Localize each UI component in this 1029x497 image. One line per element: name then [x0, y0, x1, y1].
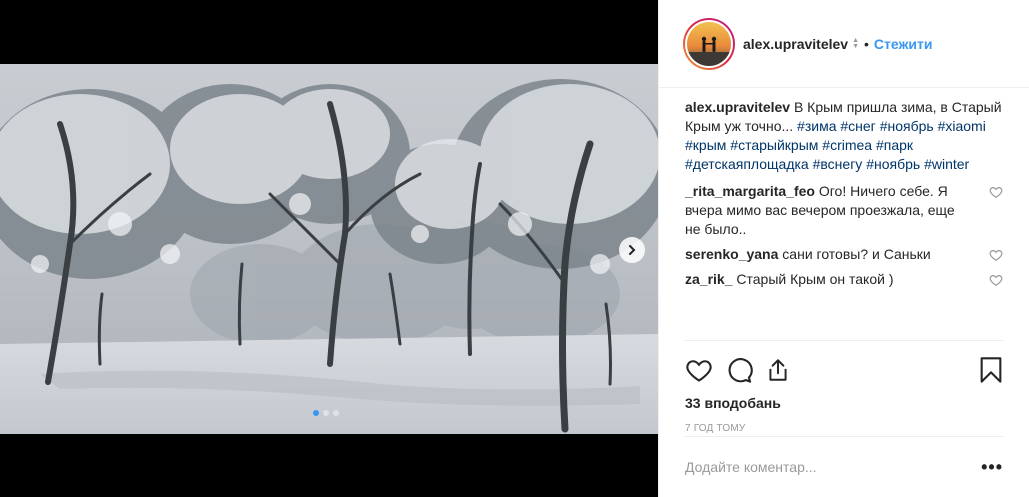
post-actions-section: 33 вподобань 7 год тому [685, 340, 1003, 434]
comments-list: alex.upravitelev В Крым пришла зима, в С… [685, 98, 1003, 295]
heart-icon[interactable] [989, 185, 1003, 199]
hashtag[interactable]: #crimea [822, 137, 872, 153]
comment-button[interactable] [725, 350, 765, 390]
add-comment-section: ••• [685, 436, 1003, 497]
post-details-panel: alex.upravitelev ▲ ▼ • Стежити alex.uprav… [658, 0, 1029, 497]
comment-username[interactable]: _rita_margarita_feo [685, 183, 815, 199]
heart-icon[interactable] [989, 248, 1003, 262]
heart-icon [686, 360, 712, 382]
comment-text: сани готовы? и Саньки [782, 246, 931, 262]
post-header: alex.upravitelev ▲ ▼ • Стежити [659, 0, 1029, 88]
comment-username[interactable]: za_rik_ [685, 271, 732, 287]
hashtag[interactable]: #парк [876, 137, 913, 153]
like-button[interactable] [685, 350, 725, 390]
post-photo[interactable] [0, 64, 658, 434]
hashtag[interactable]: #старыйкрым [730, 137, 818, 153]
post-caption: alex.upravitelev В Крым пришла зима, в С… [685, 98, 1003, 174]
hashtag[interactable]: #крым [685, 137, 726, 153]
more-options-button[interactable]: ••• [981, 457, 1003, 478]
avatar[interactable] [683, 17, 735, 70]
post-timestamp[interactable]: 7 год тому [685, 423, 1003, 434]
action-bar [685, 347, 1003, 393]
caption-username[interactable]: alex.upravitelev [685, 99, 790, 115]
follow-button[interactable]: Стежити [874, 36, 933, 52]
comment-icon [728, 358, 753, 383]
hashtag[interactable]: #xiaomi [938, 118, 986, 134]
media-area [0, 0, 658, 497]
post-author-username[interactable]: alex.upravitelev [743, 36, 848, 52]
comment-item: serenko_yana сани готовы? и Саньки [685, 245, 1003, 264]
carousel-dot [333, 410, 339, 416]
carousel-dot [323, 410, 329, 416]
hashtag[interactable]: #детскаяплощадка [685, 156, 809, 172]
carousel-next-button[interactable] [619, 237, 645, 263]
hashtag[interactable]: #ноябрь [880, 118, 934, 134]
hashtag[interactable]: #вснегу [813, 156, 863, 172]
carousel-indicator [313, 410, 339, 416]
share-icon [769, 359, 787, 381]
hashtag[interactable]: #winter [924, 156, 969, 172]
carousel-dot [313, 410, 319, 416]
separator-dot: • [864, 35, 869, 52]
hashtag[interactable]: #ноябрь [866, 156, 920, 172]
hashtag[interactable]: #снег [840, 118, 875, 134]
avatar-image [687, 21, 731, 66]
comment-username[interactable]: serenko_yana [685, 246, 778, 262]
sort-arrows-icon: ▲ ▼ [852, 36, 859, 50]
snow-park-image [0, 64, 658, 434]
comment-input[interactable] [685, 459, 982, 475]
bookmark-icon [980, 357, 1002, 383]
chevron-right-icon [629, 245, 636, 255]
comment-item: za_rik_ Старый Крым он такой ) [685, 270, 1003, 289]
hashtag[interactable]: #зима [797, 118, 836, 134]
heart-icon[interactable] [989, 273, 1003, 287]
comment-item: _rita_margarita_feo Ого! Ничего себе. Я … [685, 182, 1003, 239]
share-button[interactable] [765, 350, 805, 390]
save-button[interactable] [963, 350, 1003, 390]
likes-count[interactable]: 33 вподобань [685, 395, 1003, 411]
comment-text: Старый Крым он такой ) [736, 271, 894, 287]
